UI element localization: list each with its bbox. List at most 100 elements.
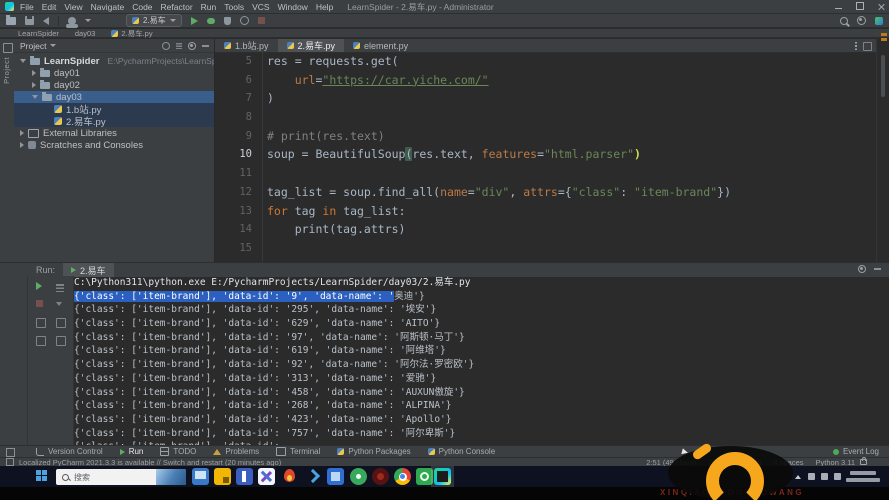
code-line[interactable]: tag_list = soup.find_all(name="div", att… bbox=[263, 183, 875, 202]
tray-icon[interactable] bbox=[834, 473, 841, 480]
line-number[interactable]: 6 bbox=[215, 71, 262, 90]
tree-item-file-2[interactable]: 2.易车.py bbox=[14, 115, 214, 127]
save-all-icon[interactable] bbox=[25, 16, 34, 25]
breadcrumb-file[interactable]: 2.易车.py bbox=[111, 28, 153, 39]
menu-item[interactable]: Help bbox=[316, 2, 333, 12]
maximize-icon[interactable] bbox=[856, 2, 864, 10]
chevron-collapsed-icon[interactable] bbox=[20, 130, 24, 136]
line-number[interactable]: 10 bbox=[215, 145, 262, 164]
menu-item[interactable]: Edit bbox=[42, 2, 57, 12]
locate-file-icon[interactable] bbox=[162, 42, 170, 50]
editor-scrollbar[interactable] bbox=[876, 33, 889, 262]
collapse-all-icon[interactable] bbox=[176, 43, 182, 49]
chevron-collapsed-icon[interactable] bbox=[32, 82, 36, 88]
soft-wrap-icon[interactable] bbox=[56, 318, 66, 328]
chevron-collapsed-icon[interactable] bbox=[32, 70, 36, 76]
menu-item[interactable]: View bbox=[64, 2, 82, 12]
menu-item[interactable]: Navigate bbox=[91, 2, 125, 12]
tree-item-scratches[interactable]: Scratches and Consoles bbox=[14, 139, 214, 151]
console-line[interactable]: {'class': ['item-brand'], 'data-id': '45… bbox=[74, 386, 889, 400]
line-number[interactable]: 12 bbox=[215, 183, 262, 202]
editor-area[interactable]: 1.b站.py 2.易车.py element.py 5 6 7 8 9 10 11 12 13… bbox=[215, 39, 876, 262]
console-line[interactable]: {'class': ['item-brand'], 'data-id': '62… bbox=[74, 317, 889, 331]
tab-file-3[interactable]: element.py bbox=[344, 39, 417, 52]
panel-settings-icon[interactable] bbox=[188, 42, 196, 50]
code-editor[interactable]: res = requests.get( url="https://car.yic… bbox=[263, 52, 875, 262]
console-line[interactable]: {'class': ['item-brand'], 'data-id': '92… bbox=[74, 358, 889, 372]
menu-item[interactable]: Run bbox=[201, 2, 217, 12]
line-number[interactable]: 13 bbox=[215, 202, 262, 221]
taskbar-app-icon-darkred[interactable] bbox=[372, 468, 389, 485]
chevron-down-icon[interactable] bbox=[50, 44, 57, 47]
chevron-down-icon[interactable] bbox=[85, 19, 91, 22]
tool-button-terminal[interactable]: Terminal bbox=[276, 447, 320, 456]
taskbar-app-icon-pycharm-active[interactable] bbox=[434, 468, 451, 485]
tray-icon[interactable] bbox=[808, 473, 815, 480]
tree-item-day02[interactable]: day02 bbox=[14, 79, 214, 91]
hide-panel-icon[interactable] bbox=[202, 45, 209, 47]
project-panel-title[interactable]: Project bbox=[20, 41, 46, 51]
console-line[interactable]: {'class': ['item-brand'], 'data-id': '26… bbox=[74, 399, 889, 413]
back-arrow-icon[interactable] bbox=[43, 16, 49, 25]
menu-item[interactable]: File bbox=[20, 2, 34, 12]
line-number[interactable]: 5 bbox=[215, 52, 262, 71]
menu-item[interactable]: Code bbox=[132, 2, 152, 12]
console-line[interactable]: {'class': ['item-brand'], 'data-id': '29… bbox=[74, 303, 889, 317]
restore-layout-icon[interactable] bbox=[36, 336, 46, 346]
taskbar-search[interactable]: 搜索 bbox=[56, 469, 186, 485]
menu-item[interactable]: Tools bbox=[224, 2, 244, 12]
code-line[interactable]: url="https://car.yiche.com/" bbox=[263, 71, 875, 90]
taskbar-app-icon-green[interactable] bbox=[350, 468, 367, 485]
chevron-expanded-icon[interactable] bbox=[32, 95, 38, 99]
close-icon[interactable] bbox=[878, 3, 885, 10]
run-tab[interactable]: 2.易车 bbox=[63, 263, 114, 277]
search-everywhere-icon[interactable] bbox=[840, 16, 848, 25]
tool-button-run[interactable]: Run bbox=[119, 447, 143, 456]
code-line[interactable]: soup = BeautifulSoup(res.text, features=… bbox=[263, 145, 875, 164]
taskbar-app-icon-flame[interactable] bbox=[281, 468, 298, 485]
console-line[interactable]: {'class': ['item-brand'], 'data-id': '61… bbox=[74, 344, 889, 358]
tree-item-learnspider[interactable]: LearnSpider E:\PycharmProjects\LearnSpid… bbox=[14, 55, 214, 67]
taskbar-date[interactable] bbox=[846, 478, 880, 482]
console-line[interactable]: {'class': ['item-brand'], 'data-id': '31… bbox=[74, 372, 889, 386]
taskbar-clock[interactable] bbox=[850, 471, 876, 475]
console-line[interactable]: {'class': ['item-brand'], 'data-id': '97… bbox=[74, 331, 889, 345]
line-number[interactable]: 11 bbox=[215, 164, 262, 183]
clear-console-icon[interactable] bbox=[56, 336, 66, 346]
tool-button-python-packages[interactable]: Python Packages bbox=[337, 447, 411, 456]
run-console[interactable]: C:\Python311\python.exe E:/PycharmProjec… bbox=[74, 276, 889, 445]
taskbar-app-icon-blue[interactable] bbox=[236, 468, 253, 485]
chevron-expanded-icon[interactable] bbox=[20, 59, 26, 63]
event-log-button[interactable]: Event Log bbox=[832, 447, 879, 456]
console-command-line[interactable]: C:\Python311\python.exe E:/PycharmProjec… bbox=[74, 276, 889, 290]
taskbar-app-icon-arrow[interactable] bbox=[304, 468, 321, 485]
line-number[interactable]: 15 bbox=[215, 239, 262, 258]
tab-file-1[interactable]: 1.b站.py bbox=[215, 39, 278, 52]
run-configuration-select[interactable]: 2.易车 bbox=[126, 14, 182, 27]
code-line[interactable] bbox=[263, 108, 875, 127]
code-line[interactable]: ) bbox=[263, 89, 875, 108]
open-folder-icon[interactable] bbox=[6, 14, 16, 25]
tray-expand-icon[interactable] bbox=[795, 475, 801, 479]
taskbar-app-icon-browser[interactable] bbox=[394, 468, 411, 485]
console-options-icon[interactable] bbox=[56, 284, 64, 292]
settings-gear-icon[interactable] bbox=[857, 16, 866, 25]
run-button[interactable] bbox=[190, 16, 198, 25]
code-line[interactable]: for tag in tag_list: bbox=[263, 202, 875, 221]
line-number[interactable]: 8 bbox=[215, 108, 262, 127]
start-button[interactable] bbox=[36, 470, 48, 482]
rerun-icon[interactable] bbox=[36, 282, 42, 290]
breadcrumb-folder[interactable]: day03 bbox=[75, 29, 95, 38]
profiler-icon[interactable] bbox=[239, 16, 249, 25]
stop-run-icon[interactable] bbox=[36, 300, 43, 307]
user-profile-icon[interactable] bbox=[66, 16, 78, 28]
taskbar-app-icon-window[interactable] bbox=[327, 468, 344, 485]
menu-item[interactable]: Window bbox=[278, 2, 308, 12]
console-line[interactable]: {'class': ['item-brand'], 'data-id': '42… bbox=[74, 413, 889, 427]
tray-icon[interactable] bbox=[821, 473, 828, 480]
breadcrumb-project[interactable]: LearnSpider bbox=[18, 29, 59, 38]
code-line[interactable] bbox=[263, 239, 875, 258]
warning-mark[interactable] bbox=[881, 38, 887, 41]
pin-icon[interactable] bbox=[36, 318, 46, 328]
stop-icon[interactable] bbox=[257, 17, 265, 24]
